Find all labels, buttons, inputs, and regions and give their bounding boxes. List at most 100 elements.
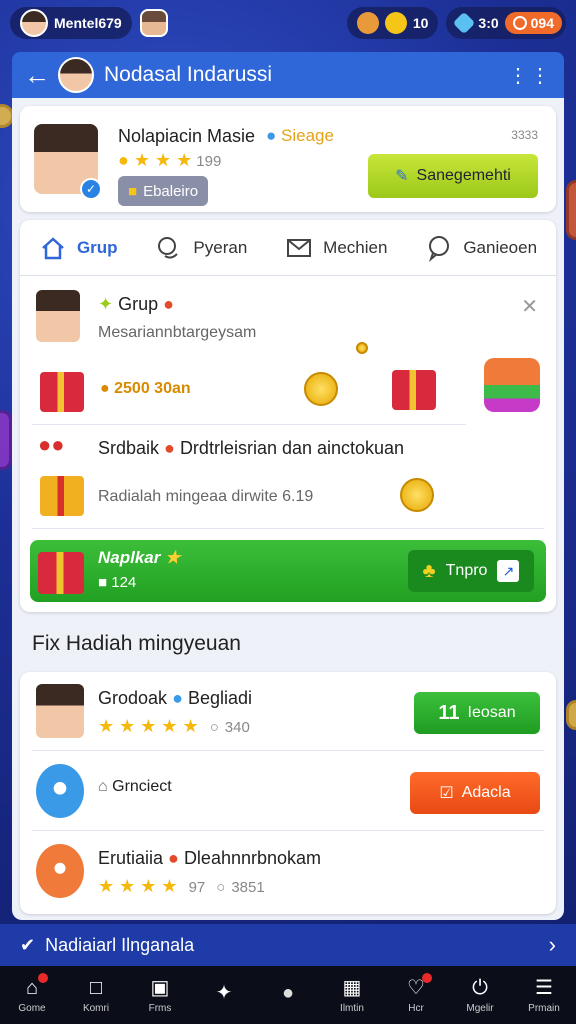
notification-dot: [38, 972, 48, 983]
list-item: Grodoak ● Begliadi ★ ★ ★ ★ ★ ○ 340 11 Ieos…: [20, 672, 556, 750]
currency-pill-coins[interactable]: 10: [346, 7, 439, 39]
tab-label: Grup: [76, 237, 118, 257]
reward-amount-text: 2500 30an: [114, 380, 191, 397]
button-label: Ieosan: [467, 704, 516, 721]
box-icon: ■: [98, 574, 108, 591]
close-icon[interactable]: ✕: [521, 294, 538, 319]
coin-icon[interactable]: [304, 372, 338, 406]
chat-icon: □: [89, 976, 103, 999]
promo-button[interactable]: ♣ Tnpro ↗: [408, 550, 534, 592]
more-options-icon[interactable]: ⋮⋮: [508, 63, 552, 88]
profile-dots: 3333: [511, 128, 538, 142]
share-icon: ↗: [497, 560, 520, 582]
monster-avatar[interactable]: [36, 764, 84, 818]
monster-avatar[interactable]: [36, 844, 84, 898]
nav-frames[interactable]: ▣ Frms: [132, 977, 188, 1014]
rating-stars: ★ ★ ★ ★ ★ ○ 340: [98, 716, 250, 736]
avatar[interactable]: [58, 57, 94, 93]
main-panel: ✓ Nolapiacin Masie ● Sieage ● ★ ★ ★ 199 ■…: [12, 98, 564, 920]
item-score: 97: [188, 879, 206, 896]
gift-box-icon: [40, 476, 84, 516]
item-title: Grodoak ● Begliadi: [98, 688, 252, 709]
button-count: 11: [438, 701, 460, 724]
weekly-rewards-card: Grodoak ● Begliadi ★ ★ ★ ★ ★ ○ 340 11 Ieos…: [20, 672, 556, 914]
monster-toy-icon: [484, 358, 540, 412]
gem-icon: ●: [266, 126, 277, 145]
rating-stars: ★ ★ ★ ★ 97 ○ 3851: [98, 876, 265, 896]
manage-button[interactable]: ✎ Sanegemehti: [368, 154, 538, 198]
gem-icon: [453, 11, 476, 35]
nav-label: Mgelir: [466, 1002, 494, 1014]
profile-tag-label: Sieage: [281, 126, 334, 145]
avatar[interactable]: [36, 684, 84, 738]
event-subtitle: Radialah mingeaa dirwite 6.19: [98, 488, 314, 505]
chevron-right-icon[interactable]: ›: [549, 932, 556, 958]
sparkle-icon: ✦: [98, 294, 114, 314]
list-item: ⌂ Grnciect ☑ Adacla: [20, 752, 556, 830]
profile-name: Nolapiacin Masie: [118, 126, 256, 146]
coin-icon[interactable]: [400, 478, 434, 512]
divider: [32, 528, 544, 529]
home-icon: ⌂: [25, 976, 39, 999]
nav-home[interactable]: ⌂ Gome: [4, 972, 60, 1014]
divider: [32, 830, 544, 831]
smile-icon: [384, 12, 407, 34]
power-icon: ⏻: [472, 976, 488, 999]
promo-title-text: Naplkar: [98, 548, 161, 567]
user-pill[interactable]: Mentel679: [10, 7, 132, 39]
feed-title-text: Grup: [118, 294, 159, 314]
gift-icon: ☑: [439, 785, 454, 802]
tab-ganieoen[interactable]: Ganieoen: [425, 234, 537, 262]
list-item: Erutiaiia ● Dleahnnrbnokam ★ ★ ★ ★ 97 ○ 3…: [20, 832, 556, 910]
back-arrow-icon[interactable]: ←: [24, 60, 58, 91]
divider: [32, 424, 466, 425]
fire-badge-icon: ●: [164, 438, 175, 458]
avatar[interactable]: [36, 290, 80, 342]
speech-bubble-icon: [429, 235, 450, 262]
event-title-b: Drdtrleisrian dan ainctokuan: [179, 438, 405, 458]
bottom-nav: ⌂ Gome □ Komri ▣ Frms ✦ ● ▦ Ilmtin ♡ Hcr ⏻ Mge…: [0, 966, 576, 1024]
fire-badge-icon: ●: [163, 294, 175, 314]
event-title: Srdbaik ● Drdtrleisrian dan ainctokuan: [98, 438, 404, 459]
gift-box-icon[interactable]: [392, 370, 436, 410]
friend-avatar[interactable]: [139, 9, 168, 37]
notification-dot: [422, 972, 432, 983]
nav-label: Gome: [18, 1002, 46, 1014]
divider: [32, 750, 544, 751]
avatar: [20, 9, 48, 37]
button-label: Adacla: [461, 784, 511, 801]
section-title: Fix Hadiah mingyeuan: [32, 632, 241, 655]
energy-badge: 094: [504, 12, 562, 34]
item-title-a: Grodoak: [98, 688, 168, 708]
check-circle-icon: ✔: [20, 934, 36, 955]
tab-label: Pyeran: [193, 237, 248, 257]
event-title-a: Srdbaik: [98, 438, 160, 458]
currency-value: 094: [530, 15, 554, 31]
item-title: ⌂ Grnciect: [98, 778, 172, 796]
chat-bubbles-icon: [158, 236, 179, 259]
nav-grid[interactable]: ▦ Ilmtin: [324, 977, 380, 1014]
nav-power[interactable]: ⏻ Mgelir: [452, 977, 508, 1014]
nav-chat[interactable]: □ Komri: [68, 977, 124, 1014]
bg-coin-decoration: [0, 410, 12, 470]
tab-pyeran[interactable]: Pyeran: [155, 234, 247, 262]
app-header: ← Nodasal Indarussi ⋮⋮: [12, 52, 564, 98]
grid-icon: ▦: [342, 976, 362, 999]
profile-tag: ● Sieage: [266, 126, 334, 146]
tab-mechien[interactable]: Mechien: [285, 234, 387, 262]
nav-heart[interactable]: ♡ Hcr: [388, 972, 444, 1014]
feed-title: ✦ Grup ●: [98, 294, 174, 315]
clock-icon: [512, 16, 527, 30]
nav-label: Hcr: [408, 1002, 424, 1014]
notice-bar[interactable]: ✔ Nadiaiarl Ilnganala ›: [0, 924, 576, 966]
promo-banner[interactable]: Naplkar ★ ■ 124 ♣ Tnpro ↗: [30, 540, 546, 602]
verified-icon: ✓: [80, 178, 102, 200]
tab-grup[interactable]: Grup: [39, 234, 118, 262]
nav-center[interactable]: ●: [260, 982, 316, 1008]
status-badge[interactable]: ■ Ebaleiro: [118, 176, 209, 206]
claim-button[interactable]: 11 Ieosan: [414, 692, 540, 734]
add-button[interactable]: ☑ Adacla: [410, 772, 540, 814]
nav-menu[interactable]: ☰ Prmain: [516, 977, 572, 1014]
currency-pill-gems[interactable]: 3:0 094: [446, 7, 566, 39]
nav-sparkle[interactable]: ✦: [196, 982, 252, 1008]
